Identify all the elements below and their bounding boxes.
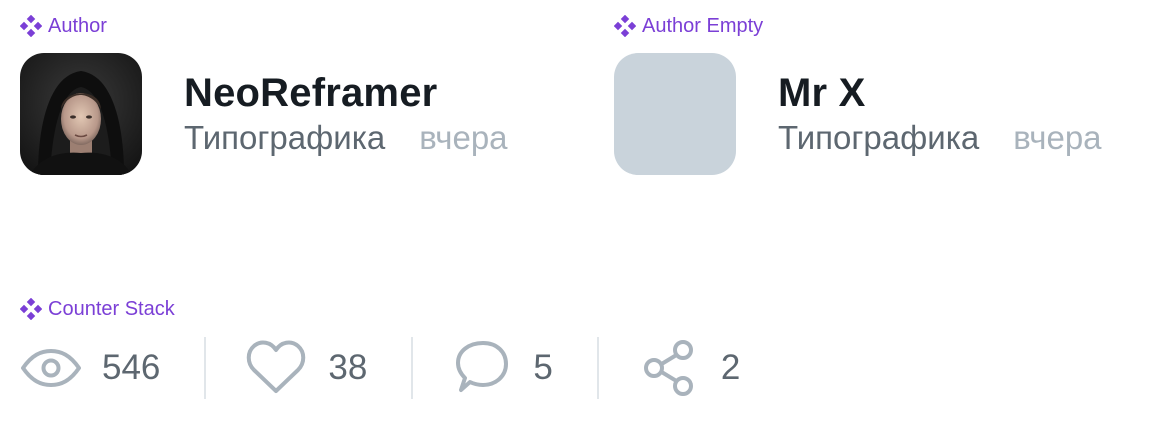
author-empty-card[interactable]: Mr X Типографика вчера xyxy=(614,53,1102,175)
shares-counter[interactable]: 2 xyxy=(643,335,740,401)
section-label-text: Counter Stack xyxy=(48,298,175,320)
views-count: 546 xyxy=(102,348,161,387)
author-name[interactable]: Mr X xyxy=(778,70,1102,116)
author-info: Mr X Типографика вчера xyxy=(778,70,1102,158)
avatar-placeholder[interactable] xyxy=(614,53,736,175)
author-info: NeoReframer Типографика вчера xyxy=(184,70,508,158)
author-meta: Типографика вчера xyxy=(184,118,508,158)
section-label-author: Author xyxy=(20,14,107,38)
author-category[interactable]: Типографика xyxy=(184,118,385,158)
divider xyxy=(411,337,414,399)
author-time: вчера xyxy=(419,119,508,156)
author-meta: Типографика вчера xyxy=(778,118,1102,158)
divider xyxy=(596,337,599,399)
views-counter[interactable]: 546 xyxy=(20,335,160,401)
component-icon xyxy=(614,15,636,37)
likes-count: 38 xyxy=(328,348,368,387)
likes-counter[interactable]: 38 xyxy=(246,335,367,401)
comment-bubble-icon xyxy=(455,340,509,396)
section-label-author-empty: Author Empty xyxy=(614,14,763,38)
author-name[interactable]: NeoReframer xyxy=(184,70,508,116)
author-card[interactable]: NeoReframer Типографика вчера xyxy=(20,53,508,175)
eye-icon xyxy=(20,348,82,388)
comments-count: 5 xyxy=(533,348,553,387)
comments-counter[interactable]: 5 xyxy=(455,335,553,401)
section-label-text: Author xyxy=(48,15,107,37)
avatar-photo xyxy=(20,53,142,175)
counter-stack: 546 38 5 2 xyxy=(20,335,740,401)
divider xyxy=(204,337,207,399)
avatar[interactable] xyxy=(20,53,142,175)
heart-icon xyxy=(246,340,306,396)
component-icon xyxy=(20,15,42,37)
section-label-counter-stack: Counter Stack xyxy=(20,297,175,321)
share-icon xyxy=(643,339,695,397)
author-time: вчера xyxy=(1013,119,1102,156)
section-label-text: Author Empty xyxy=(642,15,764,37)
component-icon xyxy=(20,298,42,320)
author-category[interactable]: Типографика xyxy=(778,118,979,158)
shares-count: 2 xyxy=(720,348,741,387)
